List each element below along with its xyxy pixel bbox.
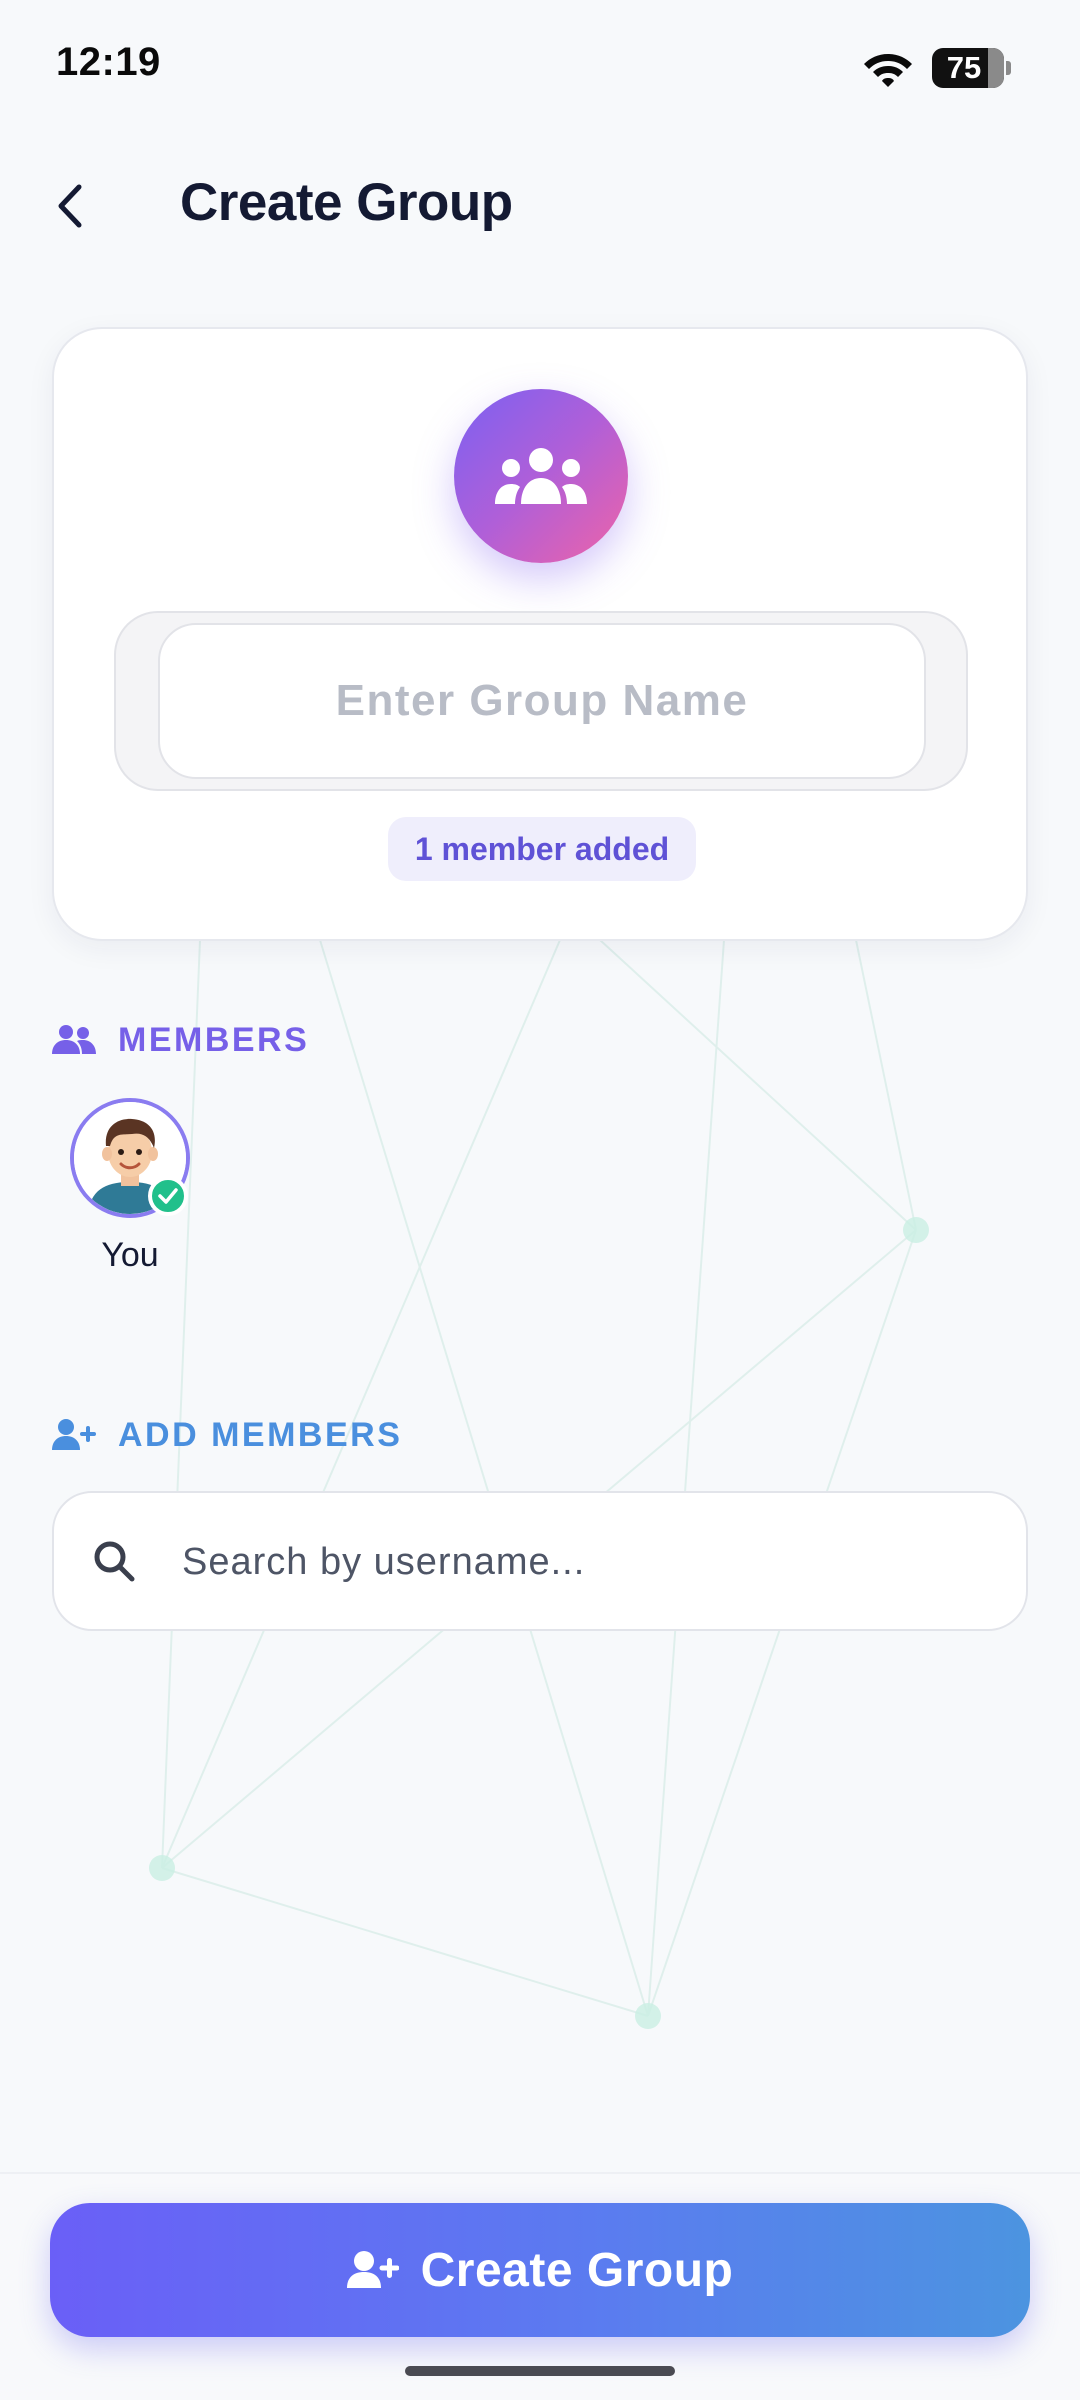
status-time: 12:19 xyxy=(56,40,161,84)
battery-level: 75 xyxy=(946,50,982,85)
status-bar: 12:19 75 xyxy=(0,0,1080,130)
members-section-title: MEMBERS xyxy=(118,1020,310,1059)
chevron-left-icon xyxy=(58,184,82,228)
member-name: You xyxy=(101,1236,159,1274)
group-name-field-container xyxy=(114,611,968,791)
create-group-screen: 12:19 75 Create Group Enter Group Name 1… xyxy=(0,0,1080,2400)
home-indicator[interactable] xyxy=(405,2366,675,2376)
user-plus-icon xyxy=(52,1419,96,1450)
group-avatar-button[interactable] xyxy=(454,389,628,563)
username-search-box[interactable] xyxy=(52,1491,1028,1631)
group-info-card: 1 member added xyxy=(52,327,1028,941)
member-item-you[interactable]: You xyxy=(70,1098,190,1280)
group-icon xyxy=(495,448,587,504)
user-plus-icon xyxy=(346,2251,399,2288)
battery-indicator: 75 xyxy=(932,48,1012,88)
members-section-header: MEMBERS xyxy=(52,1018,309,1062)
search-input[interactable] xyxy=(180,1513,984,1611)
search-icon xyxy=(94,1541,135,1582)
group-name-input[interactable] xyxy=(158,623,926,779)
group-icon xyxy=(52,1025,96,1054)
wifi-icon xyxy=(864,54,912,87)
back-button[interactable] xyxy=(40,170,100,242)
create-group-button[interactable]: Create Group xyxy=(50,2203,1030,2337)
member-count-badge: 1 member added xyxy=(388,817,696,881)
check-icon xyxy=(148,1176,188,1216)
page-title: Create Group xyxy=(180,173,513,232)
create-group-button-label: Create Group xyxy=(420,2243,734,2297)
add-members-section-title: ADD MEMBERS xyxy=(118,1415,403,1454)
add-members-section-header: ADD MEMBERS xyxy=(52,1413,402,1457)
